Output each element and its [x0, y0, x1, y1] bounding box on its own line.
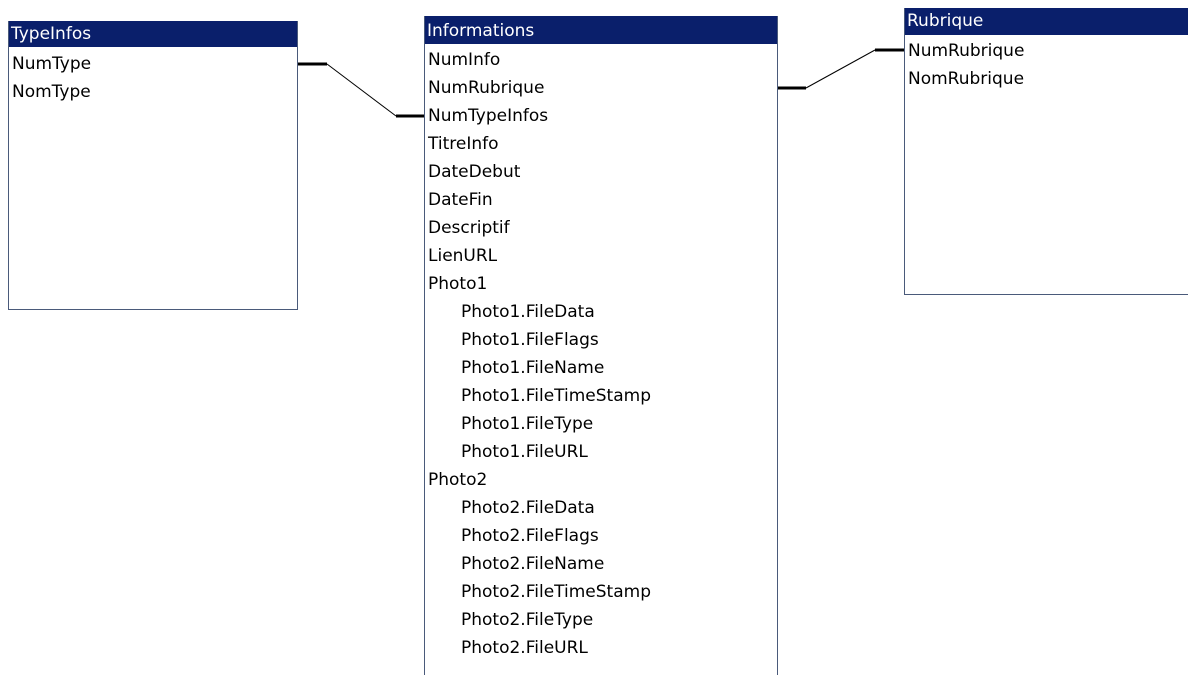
- field-informations-1[interactable]: NumRubrique: [425, 74, 777, 102]
- table-title-typeinfos[interactable]: TypeInfos: [9, 21, 297, 47]
- table-title-rubrique[interactable]: Rubrique: [905, 8, 1188, 35]
- field-informations-13[interactable]: Photo1.FileType: [425, 410, 777, 438]
- field-informations-10[interactable]: Photo1.FileFlags: [425, 326, 777, 354]
- field-informations-6[interactable]: Descriptif: [425, 214, 777, 242]
- field-informations-7[interactable]: LienURL: [425, 242, 777, 270]
- field-informations-5[interactable]: DateFin: [425, 186, 777, 214]
- field-informations-8[interactable]: Photo1: [425, 270, 777, 298]
- field-informations-17[interactable]: Photo2.FileFlags: [425, 522, 777, 550]
- field-rubrique-0[interactable]: NumRubrique: [905, 37, 1188, 65]
- field-informations-16[interactable]: Photo2.FileData: [425, 494, 777, 522]
- field-informations-9[interactable]: Photo1.FileData: [425, 298, 777, 326]
- table-typeinfos[interactable]: TypeInfos NumType NomType: [8, 21, 298, 310]
- field-informations-20[interactable]: Photo2.FileType: [425, 606, 777, 634]
- field-informations-15[interactable]: Photo2: [425, 466, 777, 494]
- field-informations-0[interactable]: NumInfo: [425, 46, 777, 74]
- table-title-informations[interactable]: Informations: [425, 16, 777, 44]
- table-rubrique[interactable]: Rubrique NumRubrique NomRubrique: [904, 8, 1188, 295]
- field-informations-21[interactable]: Photo2.FileURL: [425, 634, 777, 662]
- field-informations-4[interactable]: DateDebut: [425, 158, 777, 186]
- field-rubrique-1[interactable]: NomRubrique: [905, 65, 1188, 93]
- field-typeinfos-0[interactable]: NumType: [9, 50, 297, 78]
- relation-typeinfos-informations: [298, 62, 426, 118]
- field-typeinfos-1[interactable]: NomType: [9, 78, 297, 106]
- relation-rubrique-informations: [778, 48, 906, 90]
- field-informations-2[interactable]: NumTypeInfos: [425, 102, 777, 130]
- field-list-informations: NumInfo NumRubrique NumTypeInfos TitreInfo D…: [425, 44, 777, 662]
- field-informations-12[interactable]: Photo1.FileTimeStamp: [425, 382, 777, 410]
- field-list-rubrique: NumRubrique NomRubrique: [905, 35, 1188, 93]
- field-informations-19[interactable]: Photo2.FileTimeStamp: [425, 578, 777, 606]
- field-informations-14[interactable]: Photo1.FileURL: [425, 438, 777, 466]
- table-informations[interactable]: Informations NumInfo NumRubrique NumTypeIn…: [424, 16, 778, 675]
- field-informations-18[interactable]: Photo2.FileName: [425, 550, 777, 578]
- field-informations-11[interactable]: Photo1.FileName: [425, 354, 777, 382]
- field-informations-3[interactable]: TitreInfo: [425, 130, 777, 158]
- field-list-typeinfos: NumType NomType: [9, 47, 297, 106]
